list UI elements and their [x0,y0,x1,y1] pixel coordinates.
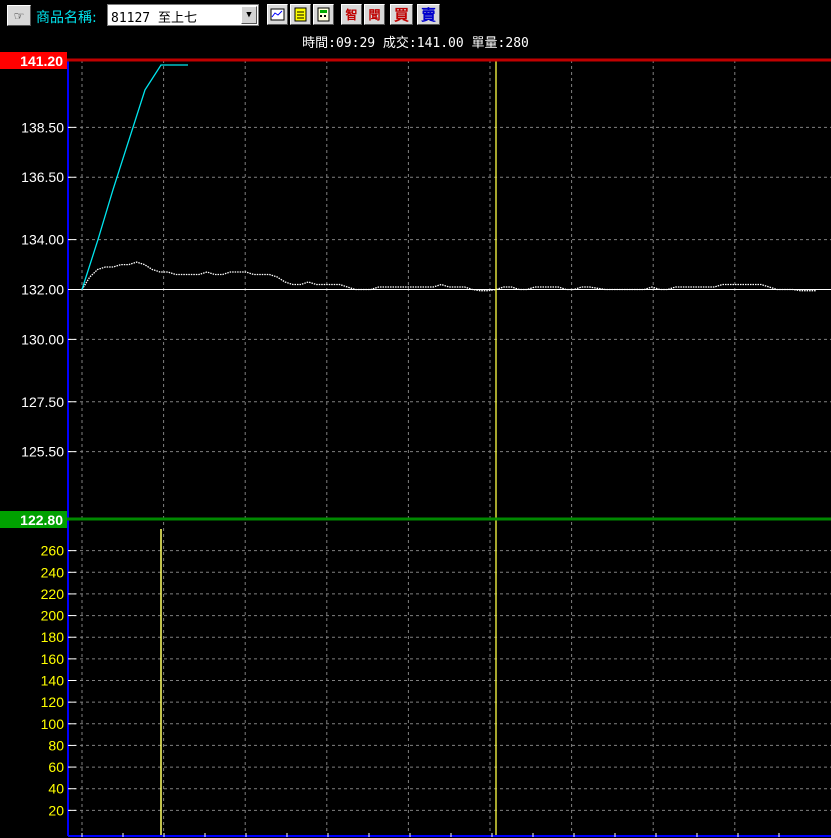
upper-limit-label: 141.20 [20,53,63,69]
y-tick-label: 127.50 [21,394,64,410]
y-tick-label: 134.00 [21,232,64,248]
volume-tick-label: 100 [41,716,65,732]
volume-tick-label: 140 [41,673,65,689]
volume-tick-label: 60 [48,759,64,775]
y-tick-label: 130.00 [21,331,64,347]
volume-tick-label: 180 [41,629,65,645]
lower-limit-label: 122.80 [20,512,63,528]
price-line [81,261,816,292]
chart-axes [67,60,831,837]
volume-tick-label: 120 [41,694,65,710]
chart-grid [68,60,831,832]
volume-tick-label: 80 [48,737,64,753]
volume-tick-label: 20 [48,802,64,818]
volume-tick-label: 40 [48,781,64,797]
y-tick-label: 125.50 [21,444,64,460]
intraday-chart: 138.50 136.50 134.00 132.00 130.00 127.50 125.… [0,52,831,837]
volume-tick-label: 240 [41,564,65,580]
chart-series [68,60,831,835]
volume-tick-label: 220 [41,586,65,602]
volume-tick-label: 260 [41,543,65,559]
y-tick-label: 132.00 [21,282,64,298]
volume-tick-label: 160 [41,651,65,667]
y-tick-label: 136.50 [21,169,64,185]
volume-tick-label: 200 [41,608,65,624]
y-tick-label: 138.50 [21,119,64,135]
